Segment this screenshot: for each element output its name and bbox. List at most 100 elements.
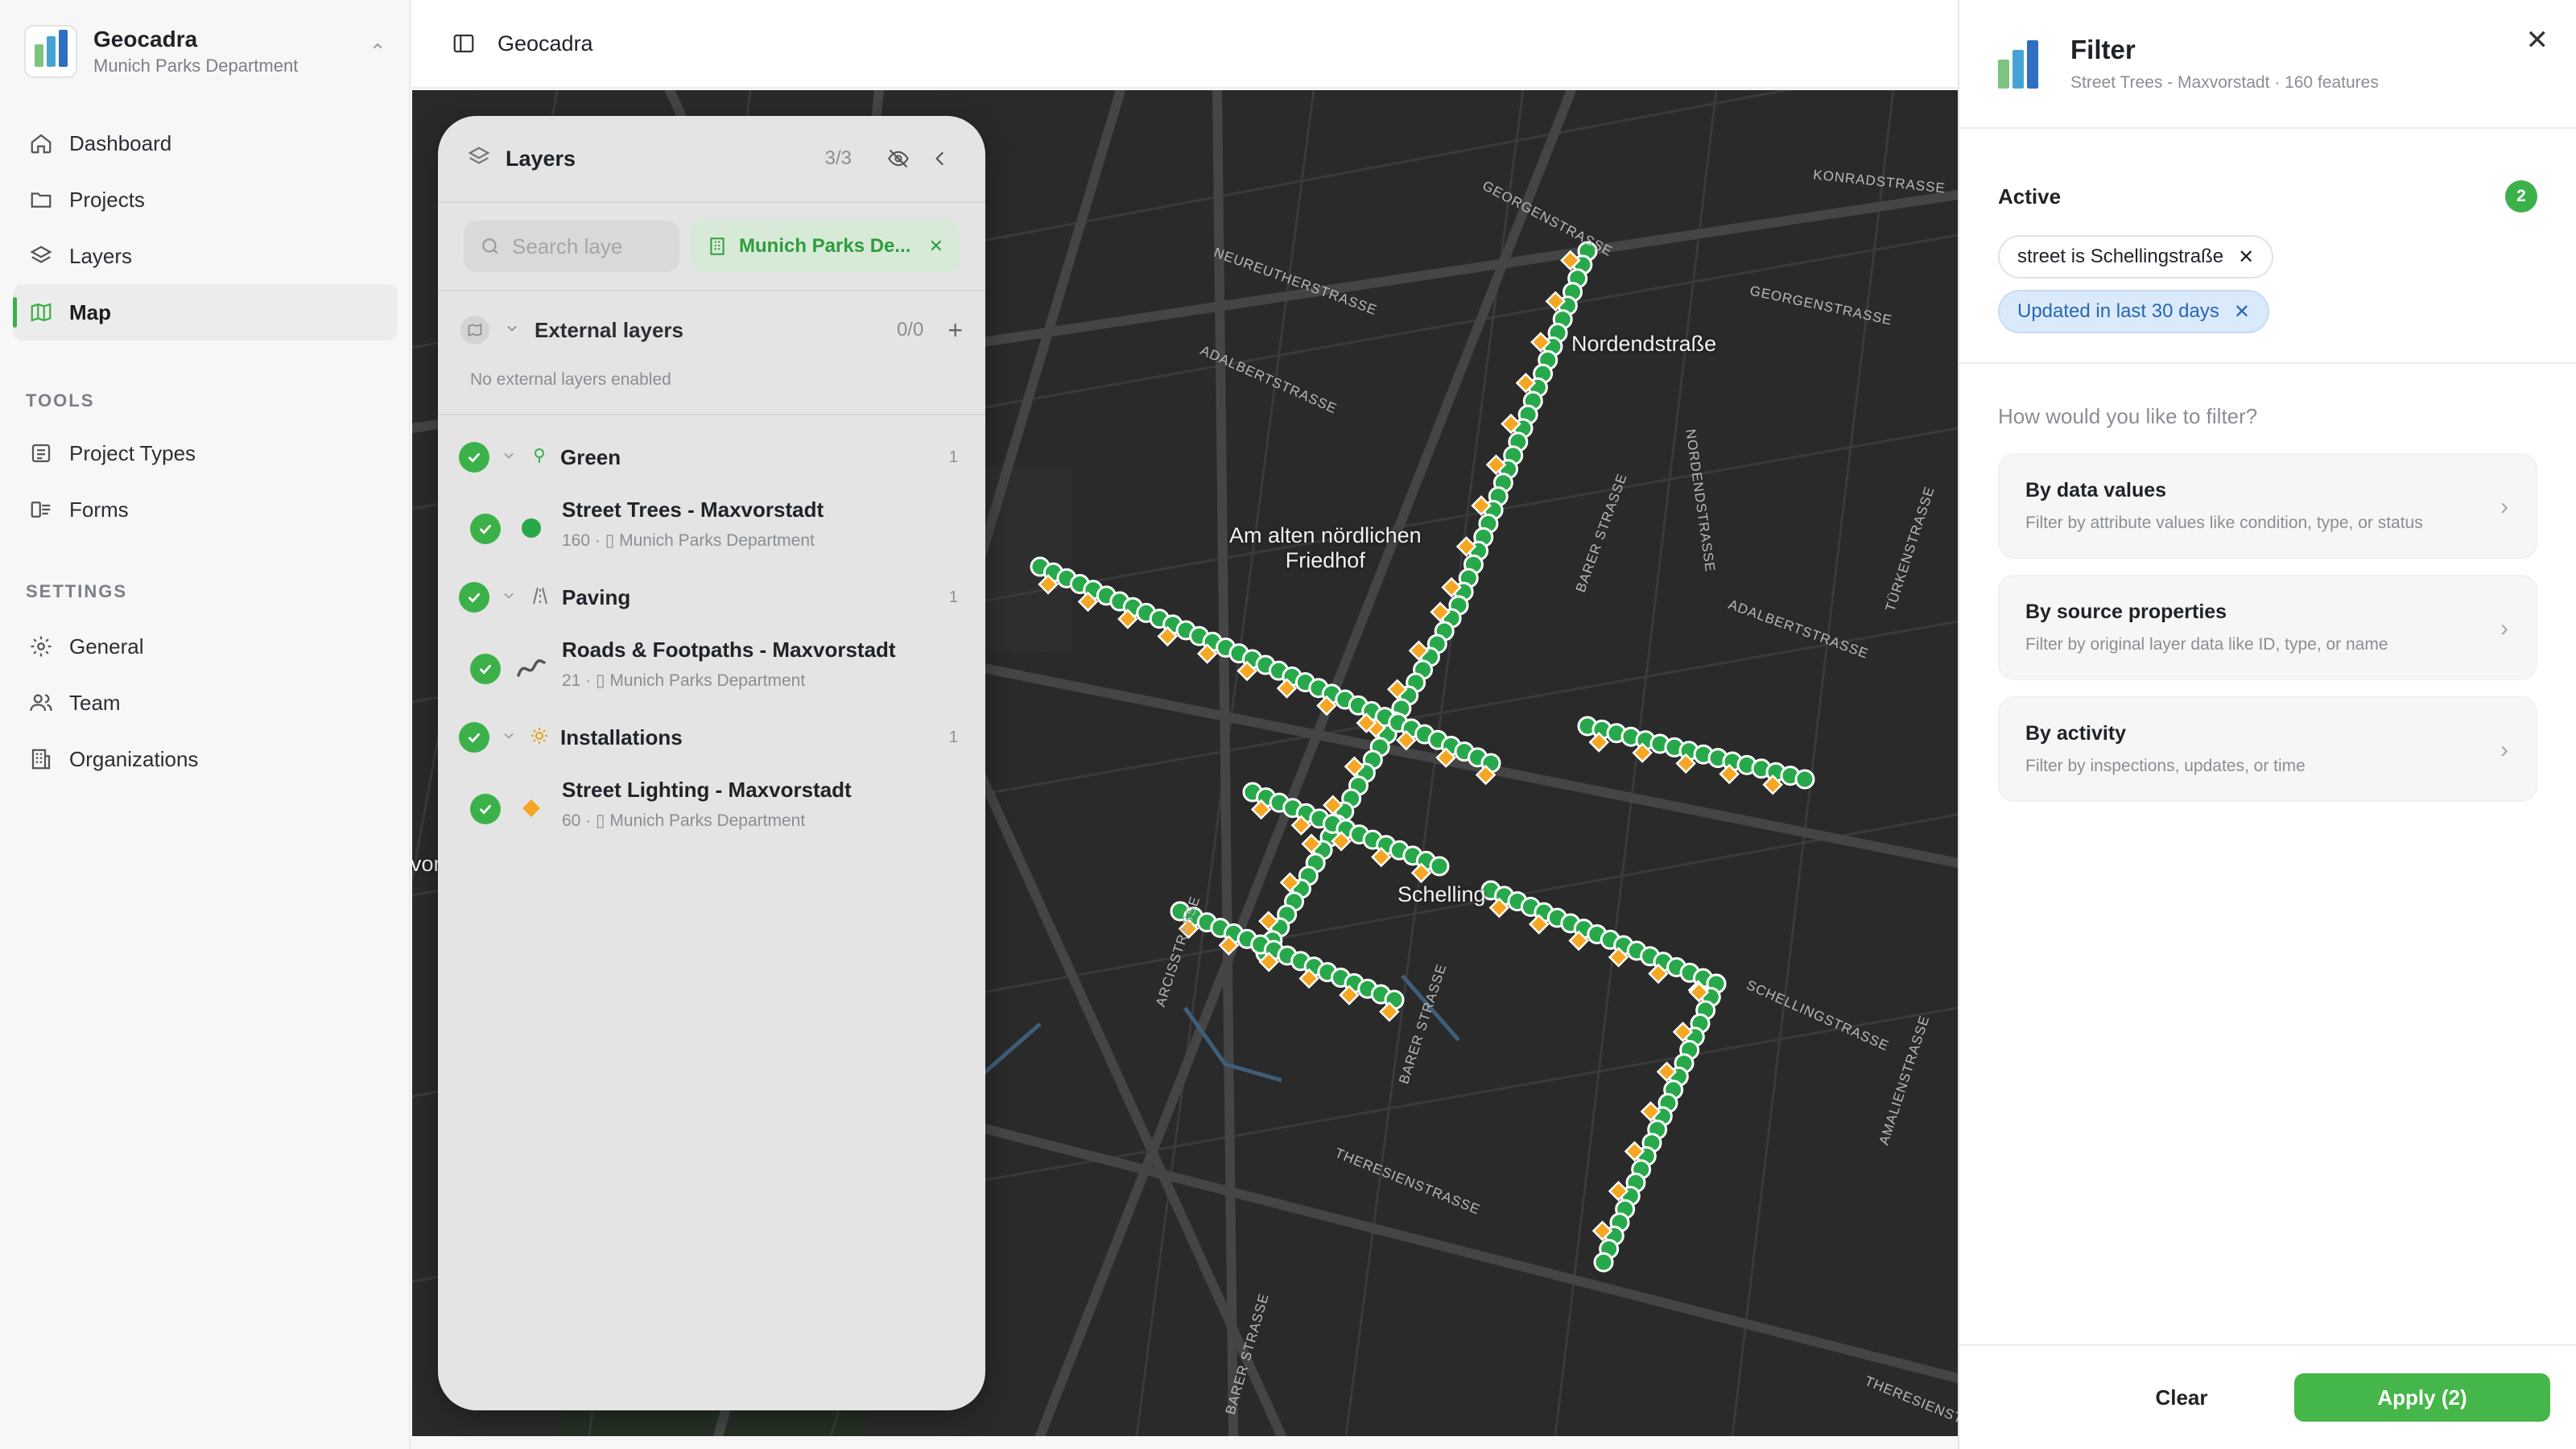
layer-name: Roads & Footpaths - Maxvorstadt <box>562 638 896 662</box>
layer-visibility-toggle[interactable] <box>470 514 501 544</box>
nav-projects[interactable]: Projects <box>13 171 398 228</box>
settings-nav: General Team Organizations <box>13 618 398 787</box>
org-switcher[interactable]: Geocadra Munich Parks Department ⌃ <box>24 23 386 80</box>
chevron-down-icon[interactable] <box>501 588 517 608</box>
filter-subtitle: Street Trees - Maxvorstadt · 160 feature… <box>2070 73 2379 92</box>
app-name: Geocadra <box>93 27 198 52</box>
clear-button[interactable]: Clear <box>2069 1373 2294 1422</box>
remove-filter-icon[interactable]: ✕ <box>2234 300 2250 324</box>
street-tree-marker[interactable] <box>1794 769 1815 790</box>
layer-group-installations: Installations 1 Street Lighting - Maxvor… <box>438 705 985 845</box>
filter-footer: Clear Apply (2) <box>1959 1344 2576 1449</box>
folder-icon <box>27 186 55 213</box>
nav-map[interactable]: Map <box>13 284 398 341</box>
filter-option-data-values[interactable]: By data values Filter by attribute value… <box>1998 453 2537 559</box>
tree-icon <box>530 446 549 469</box>
panel-left-icon <box>453 34 474 53</box>
group-visibility-toggle[interactable] <box>459 442 489 473</box>
street-tree-marker[interactable] <box>1429 856 1450 877</box>
layers-icon <box>467 145 491 173</box>
org-filter-chip-label: Munich Parks De... <box>739 235 911 257</box>
list-icon <box>27 440 55 467</box>
nav-label: Dashboard <box>69 130 172 155</box>
add-external-layer-button[interactable]: + <box>947 316 963 345</box>
chevron-down-icon[interactable] <box>504 320 520 341</box>
layers-search-input[interactable] <box>512 233 673 259</box>
collapse-panel-button[interactable] <box>924 142 956 175</box>
tools-nav: Project Types Forms <box>13 425 398 538</box>
layers-panel: Layers 3/3 Munich Parks De... ✕ Extern <box>438 116 985 1410</box>
building-icon <box>710 237 724 255</box>
nav-organizations[interactable]: Organizations <box>13 731 398 787</box>
check-icon <box>479 524 492 535</box>
map-label-nordend: Nordendstraße <box>1571 332 1717 356</box>
layer-row-street-trees[interactable]: Street Trees - Maxvorstadt 160 · ▯ Munic… <box>459 489 958 565</box>
filter-title: Filter <box>2070 35 2136 64</box>
nav-label: Forms <box>69 497 129 522</box>
nav-label: General <box>69 634 144 658</box>
chevron-down-icon[interactable] <box>501 728 517 748</box>
nav-general[interactable]: General <box>13 618 398 675</box>
nav-label: Project Types <box>69 440 196 465</box>
nav-layers[interactable]: Layers <box>13 228 398 284</box>
active-filter-pill-street[interactable]: street is Schellingstraße ✕ <box>1998 235 2274 279</box>
nav-label: Map <box>69 299 111 324</box>
chevron-left-icon <box>935 151 944 166</box>
nav-forms[interactable]: Forms <box>13 481 398 538</box>
map-label-friedhof: Am alten nördlichen Friedhof <box>1229 523 1422 573</box>
chevron-down-icon[interactable] <box>501 448 517 468</box>
map-icon <box>27 299 55 326</box>
nav-team[interactable]: Team <box>13 675 398 731</box>
filter-option-activity[interactable]: By activity Filter by inspections, updat… <box>1998 696 2537 802</box>
check-icon <box>479 804 492 815</box>
nav-project-types[interactable]: Project Types <box>13 425 398 481</box>
external-layers-count: 0/0 <box>896 319 924 341</box>
sidebar-toggle-button[interactable] <box>441 21 486 66</box>
group-visibility-toggle[interactable] <box>459 722 489 753</box>
line-symbol-icon <box>515 652 547 684</box>
close-icon[interactable]: ✕ <box>2526 24 2549 56</box>
main-nav: Dashboard Projects Layers Map <box>13 115 398 341</box>
check-icon <box>468 733 481 743</box>
nav-dashboard[interactable]: Dashboard <box>13 115 398 171</box>
org-filter-chip[interactable]: Munich Parks De... ✕ <box>691 221 960 272</box>
nav-label: Projects <box>69 187 145 212</box>
active-filter-pill-updated[interactable]: Updated in last 30 days ✕ <box>1998 290 2269 333</box>
option-description: Filter by inspections, updates, or time <box>2025 757 2306 775</box>
close-icon[interactable]: ✕ <box>929 236 943 257</box>
nav-label: Team <box>69 690 121 715</box>
layers-search-row: Munich Parks De... ✕ <box>438 203 985 291</box>
team-icon <box>27 689 55 716</box>
group-name: Paving <box>562 584 631 609</box>
layer-row-street-lighting[interactable]: Street Lighting - Maxvorstadt 60 · ▯ Mun… <box>459 770 958 845</box>
layers-panel-header: Layers 3/3 <box>438 116 985 203</box>
layer-row-roads[interactable]: Roads & Footpaths - Maxvorstadt 21 · ▯ M… <box>459 630 958 705</box>
check-icon <box>479 664 492 675</box>
street-tree-marker[interactable] <box>1593 1252 1614 1273</box>
active-filters-section: Active 2 street is Schellingstraße ✕ Upd… <box>1959 129 2576 364</box>
group-visibility-toggle[interactable] <box>459 582 489 613</box>
external-layers-title: External layers <box>535 317 684 342</box>
group-name: Green <box>560 444 621 469</box>
remove-filter-icon[interactable]: ✕ <box>2238 246 2254 269</box>
group-count: 1 <box>948 448 958 466</box>
filter-pill-label: Updated in last 30 days <box>2017 300 2219 322</box>
filter-option-source-properties[interactable]: By source properties Filter by original … <box>1998 575 2537 680</box>
filter-header: Filter Street Trees - Maxvorstadt · 160 … <box>1959 0 2576 129</box>
chevron-right-icon: › <box>2500 493 2508 520</box>
active-filters-count-badge: 2 <box>2505 180 2537 213</box>
active-filters-label: Active <box>1998 184 2062 208</box>
layer-visibility-toggle[interactable] <box>470 654 501 684</box>
layer-name: Street Trees - Maxvorstadt <box>562 497 824 522</box>
apply-button[interactable]: Apply (2) <box>2294 1373 2550 1422</box>
eye-off-icon[interactable] <box>882 142 914 175</box>
chevron-up-down-icon: ⌃ <box>369 39 386 64</box>
group-count: 1 <box>948 588 958 606</box>
layer-logo-icon <box>1998 39 2045 89</box>
gear-icon <box>27 633 55 660</box>
layer-visibility-toggle[interactable] <box>470 794 501 824</box>
layers-search-box[interactable] <box>464 221 679 272</box>
layer-group-green: Green 1 Street Trees - Maxvorstadt 160 ·… <box>438 425 985 565</box>
layer-meta: 60 · ▯ Munich Parks Department <box>562 811 806 830</box>
road-icon <box>530 586 551 609</box>
